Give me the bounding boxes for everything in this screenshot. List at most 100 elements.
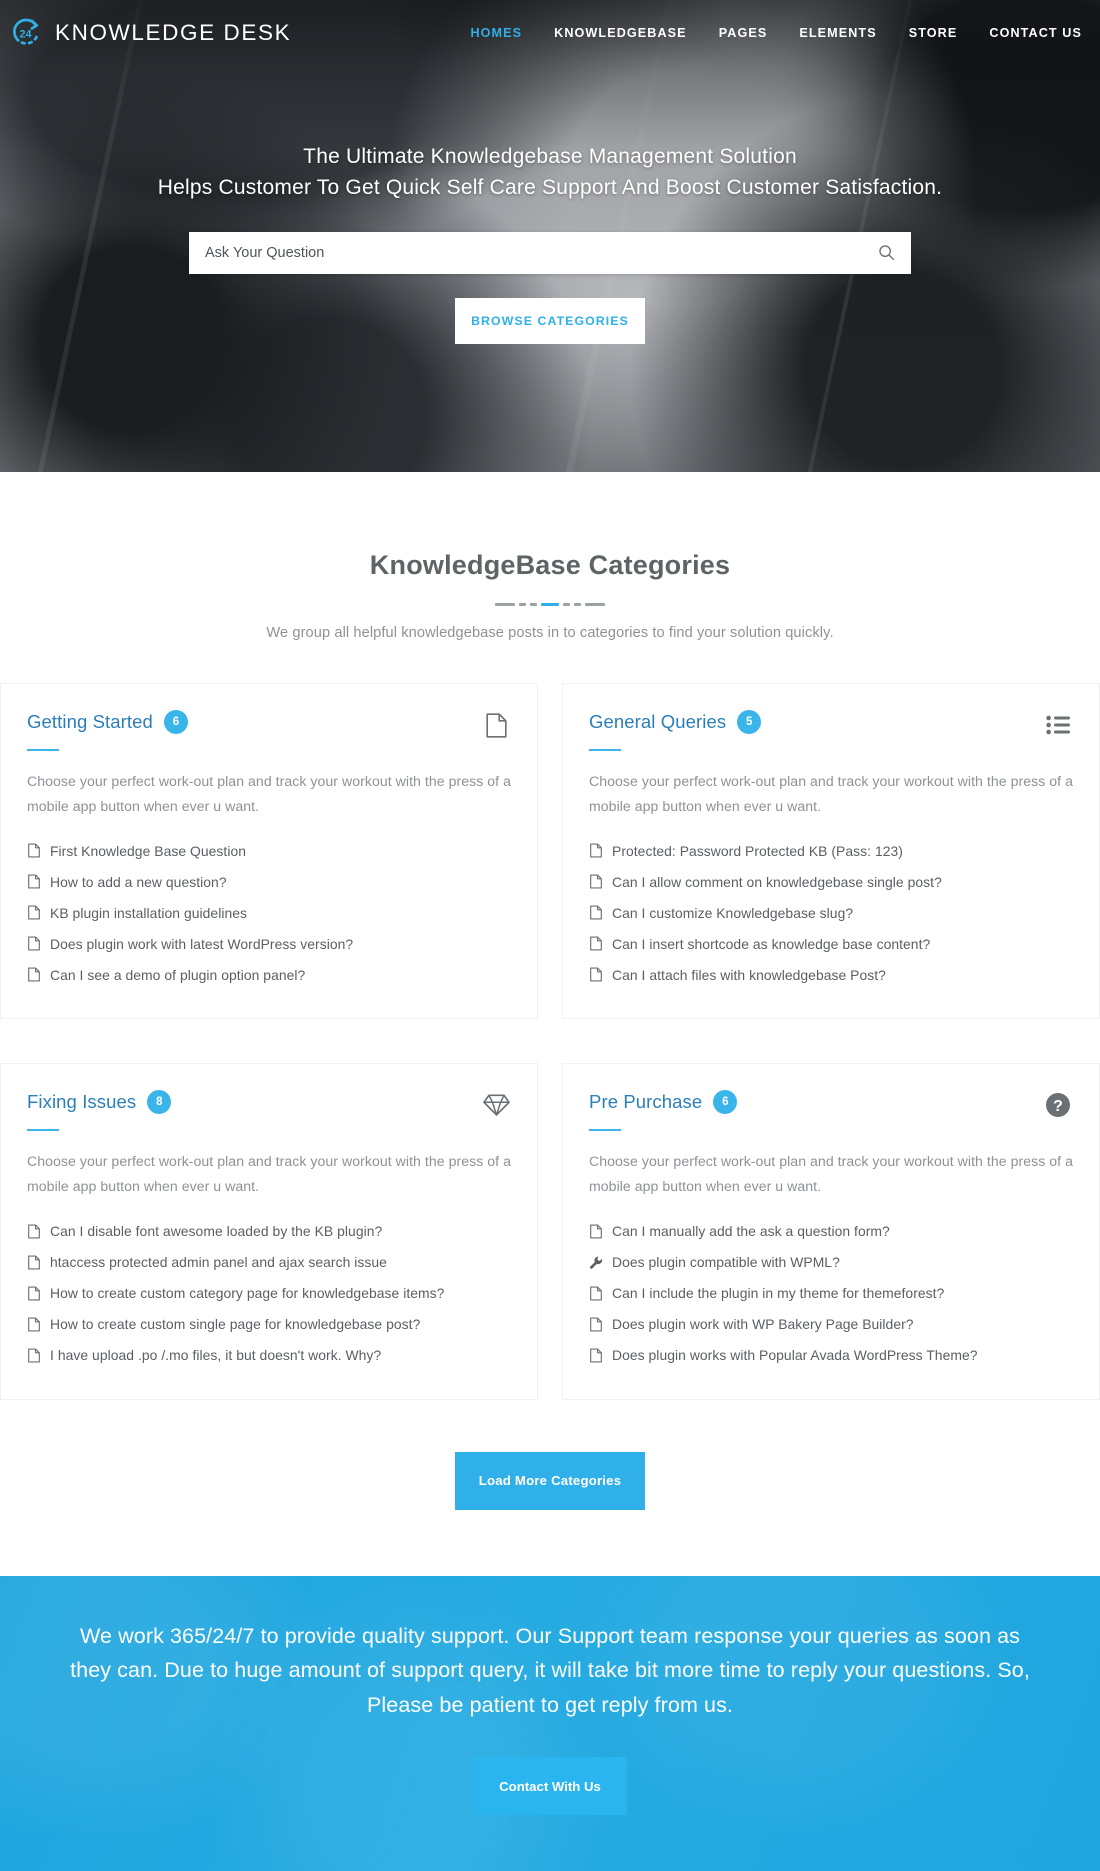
card-article-list: Can I disable font awesome loaded by the… [27, 1216, 511, 1371]
hero-section: 24 KNOWLEDGE DESK HOMES KNOWLEDGEBASE PA… [0, 0, 1100, 472]
list-item-label: Does plugin compatible with WPML? [612, 1254, 840, 1271]
clock-24-icon: 24 [13, 18, 40, 45]
list-item[interactable]: How to create custom single page for kno… [27, 1309, 511, 1340]
card-title[interactable]: Pre Purchase [589, 1091, 702, 1113]
category-card[interactable]: Fixing Issues 8 Choose your perfect work… [0, 1063, 538, 1400]
file-document-icon [589, 1347, 603, 1363]
nav-item-homes[interactable]: HOMES [470, 26, 522, 40]
card-title-group: Fixing Issues 8 [27, 1090, 172, 1115]
card-title-underline [27, 749, 59, 751]
category-card[interactable]: Pre Purchase 6 ? Choose your perfect wor… [562, 1063, 1100, 1400]
list-item[interactable]: Does plugin compatible with WPML? [589, 1247, 1073, 1278]
list-item-label: KB plugin installation guidelines [50, 904, 248, 921]
card-article-list: First Knowledge Base Question How to add… [27, 835, 511, 990]
file-document-icon [589, 936, 603, 952]
load-more-container: Load More Categories [0, 1400, 1100, 1576]
list-item[interactable]: I have upload .po /.mo files, it but doe… [27, 1340, 511, 1371]
card-header: Fixing Issues 8 [27, 1090, 511, 1120]
card-title[interactable]: Getting Started [27, 711, 153, 733]
contact-with-us-button[interactable]: Contact With Us [473, 1757, 627, 1816]
svg-text:24: 24 [20, 29, 32, 41]
list-item[interactable]: Can I insert shortcode as knowledge base… [589, 928, 1073, 959]
list-item[interactable]: htaccess protected admin panel and ajax … [27, 1247, 511, 1278]
card-title-group: Pre Purchase 6 [589, 1090, 738, 1115]
nav-item-knowledgebase[interactable]: KNOWLEDGEBASE [554, 26, 687, 40]
file-document-icon [589, 843, 603, 859]
card-description: Choose your perfect work-out plan and tr… [589, 1153, 1074, 1194]
svg-text:?: ? [1053, 1098, 1063, 1115]
search-submit-button[interactable] [875, 242, 897, 264]
list-item-label: I have upload .po /.mo files, it but doe… [50, 1347, 382, 1364]
category-card[interactable]: Getting Started 6 Choose your perfect wo… [0, 683, 538, 1020]
list-item[interactable]: Does plugin works with Popular Avada Wor… [589, 1340, 1073, 1371]
file-document-icon [27, 1347, 41, 1363]
hero-headline: The Ultimate Knowledgebase Management So… [0, 142, 1100, 204]
hero-headline-line-1: The Ultimate Knowledgebase Management So… [303, 145, 797, 168]
list-item[interactable]: Can I disable font awesome loaded by the… [27, 1216, 511, 1247]
categories-section: KnowledgeBase Categories We group all he… [0, 472, 1100, 1576]
file-document-icon [27, 1254, 41, 1270]
list-item[interactable]: Can I manually add the ask a question fo… [589, 1216, 1073, 1247]
card-title[interactable]: Fixing Issues [27, 1091, 136, 1113]
list-item-label: Can I insert shortcode as knowledge base… [612, 935, 931, 952]
list-item-label: Does plugin works with Popular Avada Wor… [612, 1347, 978, 1364]
load-more-categories-button[interactable]: Load More Categories [455, 1451, 645, 1510]
list-item[interactable]: How to create custom category page for k… [27, 1278, 511, 1309]
card-article-list: Can I manually add the ask a question fo… [589, 1216, 1073, 1371]
list-item-label: Does plugin work with WP Bakery Page Bui… [612, 1316, 914, 1333]
wrench-icon [589, 1254, 603, 1270]
card-title-group: General Queries 5 [589, 710, 762, 734]
diamond-icon [481, 1090, 511, 1120]
list-item[interactable]: Can I attach files with knowledgebase Po… [589, 959, 1073, 990]
title-divider [492, 599, 608, 609]
card-article-list: Protected: Password Protected KB (Pass: … [589, 835, 1073, 990]
list-item[interactable]: Does plugin work with WP Bakery Page Bui… [589, 1309, 1073, 1340]
file-document-icon [27, 967, 41, 983]
nav-item-elements[interactable]: ELEMENTS [799, 26, 876, 40]
file-document-icon [27, 1316, 41, 1332]
list-item[interactable]: Can I allow comment on knowledgebase sin… [589, 866, 1073, 897]
card-header: Getting Started 6 [27, 710, 511, 740]
category-card[interactable]: General Queries 5 Choose your perfect wo… [562, 683, 1100, 1020]
nav-item-pages[interactable]: PAGES [719, 26, 768, 40]
list-item[interactable]: Can I customize Knowledgebase slug? [589, 897, 1073, 928]
card-title[interactable]: General Queries [589, 711, 726, 733]
card-title-underline [589, 1129, 621, 1132]
browse-categories-button[interactable]: BROWSE CATEGORIES [455, 297, 645, 344]
list-item[interactable]: First Knowledge Base Question [27, 835, 511, 866]
file-document-icon [27, 905, 41, 921]
nav-item-contact-us[interactable]: CONTACT US [989, 26, 1082, 40]
list-item-label: htaccess protected admin panel and ajax … [50, 1254, 387, 1271]
file-document-icon [481, 710, 511, 740]
card-title-underline [27, 1129, 59, 1132]
list-item[interactable]: Does plugin work with latest WordPress v… [27, 928, 511, 959]
categories-header: KnowledgeBase Categories We group all he… [0, 472, 1100, 641]
list-item-label: Protected: Password Protected KB (Pass: … [612, 842, 903, 859]
list-item-label: Can I attach files with knowledgebase Po… [612, 966, 886, 983]
list-item[interactable]: KB plugin installation guidelines [27, 897, 511, 928]
list-item[interactable]: Protected: Password Protected KB (Pass: … [589, 835, 1073, 866]
card-count-badge: 8 [147, 1090, 172, 1115]
category-card-grid: Getting Started 6 Choose your perfect wo… [0, 683, 1100, 1400]
file-document-icon [589, 1285, 603, 1301]
list-item[interactable]: How to add a new question? [27, 866, 511, 897]
brand-logo[interactable]: 24 KNOWLEDGE DESK [8, 15, 291, 51]
hero-content: The Ultimate Knowledgebase Management So… [0, 66, 1100, 344]
list-item[interactable]: Can I include the plugin in my theme for… [589, 1278, 1073, 1309]
file-document-icon [589, 1223, 603, 1239]
search-icon [878, 245, 894, 261]
brand-name: KNOWLEDGE DESK [55, 20, 292, 45]
card-description: Choose your perfect work-out plan and tr… [27, 1153, 512, 1194]
file-document-icon [27, 1285, 41, 1301]
list-item-label: First Knowledge Base Question [50, 842, 247, 859]
card-count-badge: 5 [737, 710, 762, 734]
hero-search-bar[interactable] [189, 231, 911, 274]
file-document-icon [589, 967, 603, 983]
card-header: General Queries 5 [589, 710, 1073, 740]
list-item-label: Can I disable font awesome loaded by the… [50, 1223, 383, 1240]
list-item[interactable]: Can I see a demo of plugin option panel? [27, 959, 511, 990]
nav-item-store[interactable]: STORE [909, 26, 958, 40]
categories-subtitle: We group all helpful knowledgebase posts… [266, 625, 834, 641]
search-input[interactable] [205, 244, 875, 261]
list-item-label: How to create custom single page for kno… [50, 1316, 421, 1333]
